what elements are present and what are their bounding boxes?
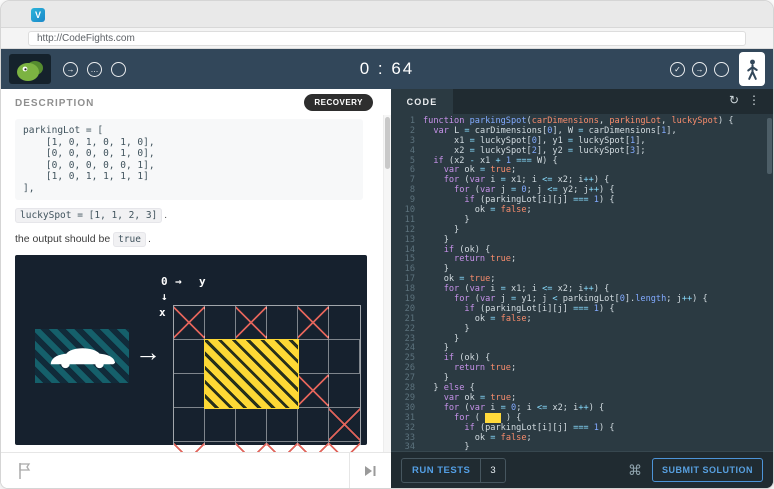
x-axis-arrow-icon: ↓	[161, 290, 168, 303]
free-cell	[267, 306, 298, 340]
match-timer: 0 : 64	[359, 59, 415, 78]
submit-solution-button[interactable]: SUBMIT SOLUTION	[652, 458, 763, 482]
opponent-avatar[interactable]	[739, 52, 765, 86]
blocked-cell	[329, 408, 360, 442]
browser-toolbar: http://CodeFights.com	[1, 28, 773, 49]
code-lines[interactable]: function parkingSpot(carDimensions, park…	[423, 116, 767, 451]
free-cell	[298, 408, 329, 442]
code-panel: CODE ↻ ⋮ 1 2 3 4 5 6 7 8 9 10 11 12 13 14 15 16 17 18 19 20…	[391, 89, 773, 488]
free-cell	[174, 340, 205, 374]
line-number: 34	[404, 442, 415, 451]
run-tests-group: RUN TESTS 3	[401, 457, 506, 483]
editor-footer: RUN TESTS 3 ⌘ SUBMIT SOLUTION	[391, 451, 773, 488]
code-line[interactable]: }	[423, 334, 767, 345]
code-editor[interactable]: 1 2 3 4 5 6 7 8 9 10 11 12 13 14 15 16 17 18 19 20 21 22 23 24 2…	[391, 114, 773, 451]
code-line[interactable]: }	[423, 225, 767, 236]
code-line[interactable]: }	[423, 442, 767, 451]
app-header: → … 0 : 64 ✓ →	[1, 49, 773, 89]
flag-icon[interactable]	[17, 462, 31, 485]
car-icon	[50, 348, 116, 369]
free-cell	[329, 306, 360, 340]
free-cell	[174, 408, 205, 442]
description-scrollbar[interactable]	[383, 115, 391, 452]
output-suffix: .	[147, 233, 151, 245]
kebab-menu-icon[interactable]: ⋮	[748, 94, 760, 106]
origin-label: 0	[161, 275, 168, 288]
car-pad	[35, 329, 129, 383]
expected-output-line: the output should be true.	[15, 232, 151, 247]
flag-glyph-icon	[19, 463, 31, 479]
lucky-spot-suffix: .	[164, 210, 168, 221]
output-value: true	[113, 232, 146, 247]
scrollbar-thumb[interactable]	[385, 117, 390, 169]
lucky-spot-value: luckySpot = [1, 1, 2, 3]	[15, 208, 163, 223]
test-count-badge[interactable]: 3	[480, 458, 504, 482]
skip-task-button[interactable]	[349, 453, 391, 488]
arrow-circle-icon[interactable]: →	[692, 62, 707, 77]
skip-forward-icon	[364, 465, 375, 476]
editor-scrollbar[interactable]	[767, 118, 772, 174]
url-input[interactable]: http://CodeFights.com	[28, 31, 746, 46]
parking-visualization: 0 → y ↓ x →	[15, 255, 367, 477]
editor-tabbar: CODE ↻ ⋮	[391, 89, 773, 114]
code-gutter: 1 2 3 4 5 6 7 8 9 10 11 12 13 14 15 16 17 18 19 20 21 22 23 24 2…	[391, 116, 415, 451]
transform-arrow-icon: →	[135, 337, 161, 367]
recovery-badge: RECOVERY	[304, 94, 373, 111]
description-title: DESCRIPTION	[15, 98, 95, 109]
free-cell	[329, 374, 360, 408]
blocked-cell	[236, 306, 267, 340]
lucky-spot-line: luckySpot = [1, 1, 2, 3].	[15, 208, 168, 223]
browser-tab-strip: V	[1, 1, 773, 28]
free-cell	[329, 340, 360, 374]
arrow-right-icon: →	[695, 64, 704, 74]
free-cell	[205, 306, 236, 340]
free-cell	[298, 340, 329, 374]
y-axis-label: y	[199, 275, 206, 288]
empty-circle-icon[interactable]	[714, 62, 729, 77]
output-prefix: the output should be	[15, 233, 111, 245]
y-axis-arrow-icon: →	[175, 275, 182, 288]
parking-lot-code-block: parkingLot = [ [1, 0, 1, 0, 1, 0], [0, 0…	[15, 119, 363, 200]
free-cell	[205, 408, 236, 442]
free-cell	[236, 408, 267, 442]
description-footer	[1, 452, 391, 488]
tab-code[interactable]: CODE	[391, 89, 453, 114]
code-line[interactable]: ok = false;	[423, 314, 767, 325]
description-panel: DESCRIPTION RECOVERY parkingLot = [ [1, …	[1, 89, 391, 488]
check-icon: ✓	[674, 64, 681, 74]
code-line[interactable]: }	[423, 324, 767, 335]
x-axis-label: x	[159, 306, 166, 319]
browser-window: V http://CodeFights.com → … 0 : 64 ✓ → D…	[0, 0, 774, 489]
run-tests-button[interactable]: RUN TESTS	[402, 459, 480, 482]
blocked-cell	[174, 306, 205, 340]
check-circle-icon[interactable]: ✓	[670, 62, 685, 77]
free-cell	[174, 374, 205, 408]
free-cell	[267, 408, 298, 442]
command-icon: ⌘	[628, 461, 642, 478]
code-line[interactable]: }	[423, 215, 767, 226]
code-line[interactable]: return true;	[423, 363, 767, 374]
lucky-spot-overlay	[204, 339, 299, 409]
code-line[interactable]: ok = false;	[423, 433, 767, 444]
code-line[interactable]: ok = false;	[423, 205, 767, 216]
blocked-cell	[298, 374, 329, 408]
code-line[interactable]: return true;	[423, 255, 767, 265]
codefights-favicon-icon[interactable]: V	[31, 8, 45, 22]
blocked-cell	[298, 306, 329, 340]
walking-person-icon	[746, 59, 758, 80]
reset-code-icon[interactable]: ↻	[729, 94, 739, 106]
